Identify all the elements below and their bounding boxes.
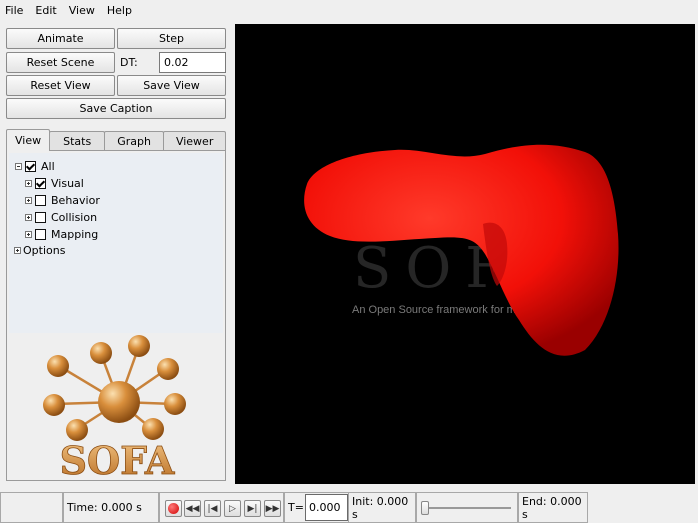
rewind-icon[interactable]: ◀◀ [184, 500, 201, 517]
checkbox-collision[interactable] [35, 211, 46, 223]
record-dot [168, 503, 179, 514]
timeline-slider-handle[interactable] [421, 501, 429, 515]
tree-label-all: All [41, 159, 55, 173]
collapse-icon[interactable] [15, 162, 22, 170]
fast-forward-icon[interactable]: ▶▶ [264, 500, 281, 517]
tree-row-all[interactable]: All [15, 158, 55, 174]
tab-graph[interactable]: Graph [104, 131, 164, 151]
step-back-icon[interactable]: |◀ [204, 500, 221, 517]
tree-label-mapping: Mapping [51, 227, 99, 241]
time-input[interactable] [305, 494, 348, 521]
init-display: Init: 0.000 s [348, 492, 416, 523]
tab-bar: View Stats Graph Viewer [6, 129, 227, 151]
step-forward-icon[interactable]: ▶| [244, 500, 261, 517]
tree-label-behavior: Behavior [51, 193, 100, 207]
record-icon[interactable] [165, 500, 182, 517]
reset-view-button[interactable]: Reset View [6, 75, 115, 96]
timeline-slider-track[interactable] [423, 507, 511, 509]
reset-scene-button[interactable]: Reset Scene [6, 52, 115, 73]
tree-row-mapping[interactable]: Mapping [25, 226, 98, 242]
status-bar: Time: 0.000 s ◀◀ |◀ ▷ ▶| ▶▶ T= Init: 0.0… [0, 492, 698, 523]
menu-edit[interactable]: Edit [29, 4, 62, 17]
tree-row-options[interactable]: Options [14, 242, 65, 258]
step-button[interactable]: Step [117, 28, 226, 49]
expand-icon[interactable] [25, 230, 32, 238]
menu-view[interactable]: View [63, 4, 101, 17]
time-display: Time: 0.000 s [63, 492, 159, 523]
dt-label: DT: [120, 56, 138, 69]
checkbox-behavior[interactable] [35, 194, 46, 206]
t-label: T= [288, 501, 304, 514]
3d-viewer[interactable]: SOFA An Open Source framework for medi [235, 24, 695, 484]
timeline-slider-cell [416, 492, 518, 523]
tab-viewer[interactable]: Viewer [162, 131, 227, 151]
play-icon[interactable]: ▷ [224, 500, 241, 517]
expand-icon[interactable] [25, 213, 32, 221]
view-panel: All Visual Behavior Collision Mapping Op… [6, 150, 226, 481]
end-display: End: 0.000 s [518, 492, 588, 523]
logo-text: SOFA [60, 438, 175, 479]
dt-input[interactable] [159, 52, 226, 73]
sofa-logo: SOFA [43, 335, 186, 479]
checkbox-all[interactable] [25, 160, 36, 172]
tree-label-visual: Visual [51, 176, 84, 190]
save-caption-button[interactable]: Save Caption [6, 98, 226, 119]
tab-view[interactable]: View [6, 129, 51, 151]
menu-help[interactable]: Help [101, 4, 138, 17]
expand-icon[interactable] [25, 179, 32, 187]
expand-icon[interactable] [14, 246, 21, 254]
tree-row-behavior[interactable]: Behavior [25, 192, 100, 208]
expand-icon[interactable] [25, 196, 32, 204]
save-view-button[interactable]: Save View [117, 75, 226, 96]
visibility-tree: All Visual Behavior Collision Mapping Op… [9, 153, 223, 333]
tree-label-collision: Collision [51, 210, 98, 224]
status-empty-cell [0, 492, 63, 523]
menu-file[interactable]: File [0, 4, 29, 17]
tab-stats[interactable]: Stats [49, 131, 106, 151]
checkbox-visual[interactable] [35, 177, 46, 189]
menu-bar: File Edit View Help [0, 0, 698, 20]
tree-row-collision[interactable]: Collision [25, 209, 97, 225]
animate-button[interactable]: Animate [6, 28, 115, 49]
tree-row-visual[interactable]: Visual [25, 175, 84, 191]
tree-label-options: Options [23, 243, 66, 257]
liver-mesh [304, 144, 619, 356]
checkbox-mapping[interactable] [35, 228, 46, 240]
